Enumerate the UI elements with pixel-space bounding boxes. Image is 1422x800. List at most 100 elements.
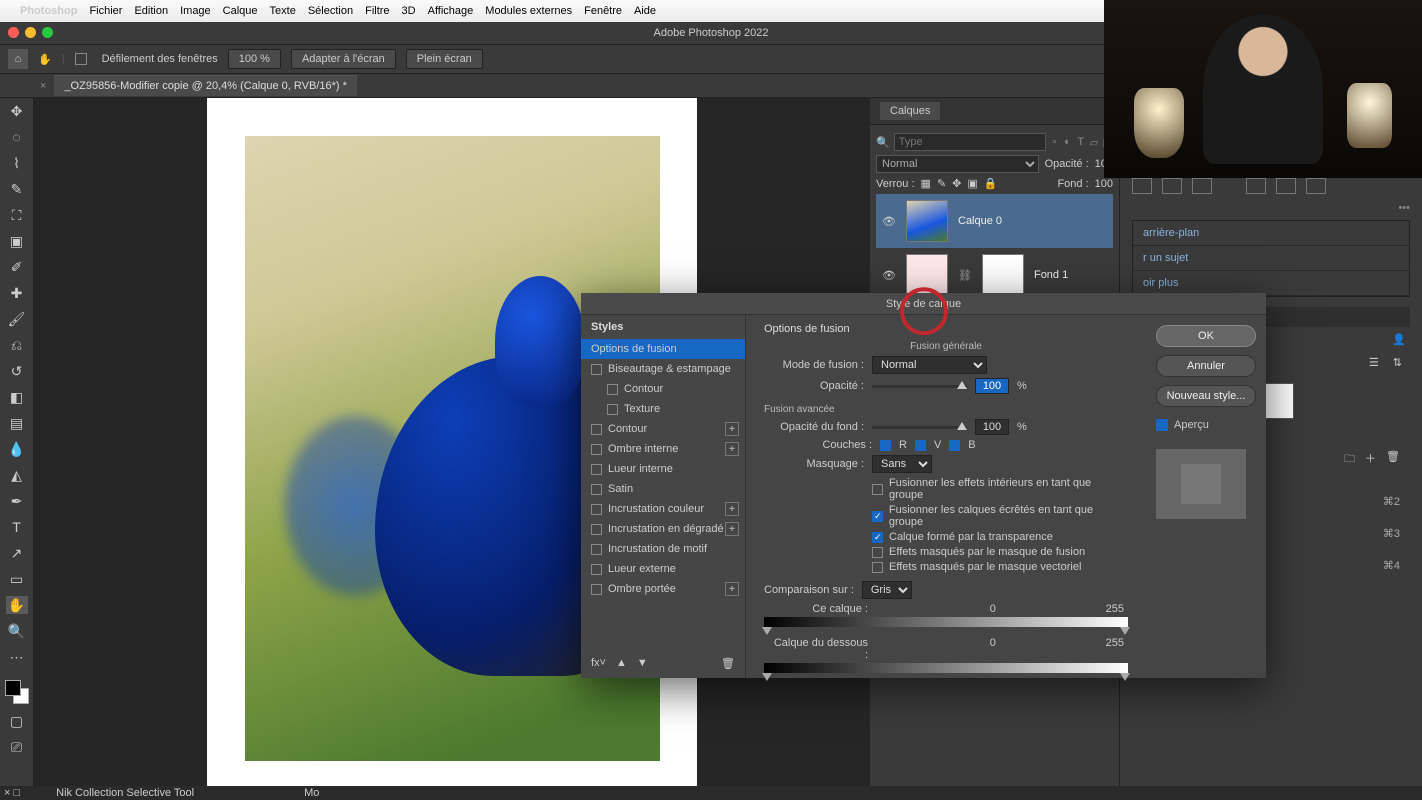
more-options-icon[interactable]: •••: [1132, 202, 1410, 214]
menu-plugins[interactable]: Modules externes: [485, 5, 572, 17]
channel-v-checkbox[interactable]: [915, 440, 926, 451]
align-bottom-icon[interactable]: [1306, 178, 1326, 194]
menu-window[interactable]: Fenêtre: [584, 5, 622, 17]
vector-mask-hides-checkbox[interactable]: [872, 562, 883, 573]
lock-pixels-icon[interactable]: ▦: [921, 177, 931, 190]
style-blending-options[interactable]: Options de fusion: [581, 339, 745, 359]
pen-tool[interactable]: ✒: [6, 492, 28, 510]
dialog-titlebar[interactable]: Style de calque: [581, 293, 1266, 315]
select-subject-button[interactable]: r un sujet: [1133, 246, 1409, 271]
hand-tool[interactable]: ✋: [6, 596, 28, 614]
eyedropper-tool[interactable]: ✐: [6, 258, 28, 276]
gradient-tool[interactable]: ▤: [6, 414, 28, 432]
lock-pos-icon[interactable]: ✥: [952, 177, 961, 190]
add-effect-icon[interactable]: +: [725, 582, 739, 596]
zoom-100-button[interactable]: 100 %: [228, 49, 281, 69]
preview-checkbox[interactable]: [1156, 419, 1168, 431]
underlying-slider[interactable]: [764, 663, 1128, 673]
style-satin[interactable]: Satin: [581, 479, 745, 499]
move-down-icon[interactable]: ▼: [637, 657, 648, 670]
link-icon[interactable]: ⛓: [958, 269, 972, 282]
cancel-button[interactable]: Annuler: [1156, 355, 1256, 377]
list-view-icon[interactable]: ☰: [1369, 356, 1379, 369]
minimize-window-button[interactable]: [25, 27, 36, 38]
hand-tool-icon[interactable]: ✋: [38, 53, 52, 66]
quickmask-toggle[interactable]: ▢: [6, 712, 28, 730]
sort-icon[interactable]: ⇅: [1393, 356, 1402, 369]
crop-tool[interactable]: ⛶: [6, 206, 28, 224]
doc-size-label[interactable]: Mo: [304, 787, 319, 799]
layer-name[interactable]: Fond 1: [1034, 269, 1068, 281]
frame-tool[interactable]: ▣: [6, 232, 28, 250]
menu-file[interactable]: Fichier: [89, 5, 122, 17]
scroll-windows-checkbox[interactable]: [75, 53, 87, 65]
brush-tool[interactable]: 🖌: [6, 310, 28, 328]
fill-value[interactable]: 100: [1095, 178, 1113, 190]
screenmode-toggle[interactable]: ⎚: [6, 738, 28, 756]
blend-clipped-checkbox[interactable]: [872, 511, 883, 522]
align-left-icon[interactable]: [1132, 178, 1152, 194]
blend-interior-checkbox[interactable]: [872, 484, 883, 495]
filter-shape-icon[interactable]: ▱: [1089, 136, 1098, 149]
blend-mode-select[interactable]: Normal: [876, 155, 1039, 173]
color-swatches[interactable]: [5, 680, 29, 704]
layer-thumbnail[interactable]: [906, 200, 948, 242]
healing-tool[interactable]: ✚: [6, 284, 28, 302]
style-stroke[interactable]: Contour+: [581, 419, 745, 439]
fill-opacity-slider[interactable]: [872, 426, 967, 429]
move-tool[interactable]: ✥: [6, 102, 28, 120]
new-folder-icon[interactable]: 🗀: [1344, 450, 1355, 469]
fx-menu-icon[interactable]: fx˅: [591, 657, 606, 670]
transparency-shapes-checkbox[interactable]: [872, 532, 883, 543]
close-window-button[interactable]: [8, 27, 19, 38]
align-right-icon[interactable]: [1192, 178, 1212, 194]
channel-b-checkbox[interactable]: [949, 440, 960, 451]
layer-mask-thumbnail[interactable]: [982, 254, 1024, 296]
visibility-toggle-icon[interactable]: 👁: [882, 269, 896, 282]
full-screen-button[interactable]: Plein écran: [406, 49, 483, 69]
filter-adjust-icon[interactable]: ◐: [1063, 136, 1072, 148]
layer-filter-input[interactable]: [894, 133, 1046, 151]
style-gradient-overlay[interactable]: Incrustation en dégradé+: [581, 519, 745, 539]
add-effect-icon[interactable]: +: [725, 442, 739, 456]
lasso-tool[interactable]: ⌇: [6, 154, 28, 172]
this-layer-slider[interactable]: [764, 617, 1128, 627]
layer-name[interactable]: Calque 0: [958, 215, 1002, 227]
close-tab-icon[interactable]: ×: [40, 80, 46, 92]
remove-bg-button[interactable]: arrière-plan: [1133, 221, 1409, 246]
add-effect-icon[interactable]: +: [725, 422, 739, 436]
dodge-tool[interactable]: ◭: [6, 466, 28, 484]
fit-screen-button[interactable]: Adapter à l'écran: [291, 49, 396, 69]
layers-tab[interactable]: Calques: [880, 102, 940, 120]
style-inner-glow[interactable]: Lueur interne: [581, 459, 745, 479]
layer-row-0[interactable]: 👁 Calque 0: [876, 194, 1113, 248]
maximize-window-button[interactable]: [42, 27, 53, 38]
knockout-select[interactable]: Sans: [872, 455, 932, 473]
layer-mask-hides-checkbox[interactable]: [872, 547, 883, 558]
lock-artboard-icon[interactable]: ▣: [967, 177, 977, 190]
clone-tool[interactable]: ⎌: [6, 336, 28, 354]
style-pattern-overlay[interactable]: Incrustation de motif: [581, 539, 745, 559]
style-texture-sub[interactable]: Texture: [581, 399, 745, 419]
move-up-icon[interactable]: ▲: [616, 657, 627, 670]
blend-if-select[interactable]: Gris: [862, 581, 912, 599]
style-bevel[interactable]: Biseautage & estampage: [581, 359, 745, 379]
type-tool[interactable]: T: [6, 518, 28, 536]
lock-all-icon[interactable]: 🔒: [984, 177, 998, 190]
menu-3d[interactable]: 3D: [402, 5, 416, 17]
menu-text[interactable]: Texte: [270, 5, 296, 17]
lock-brush-icon[interactable]: ✎: [937, 177, 946, 190]
menu-filter[interactable]: Filtre: [365, 5, 389, 17]
add-icon[interactable]: ＋: [1365, 450, 1376, 469]
style-inner-shadow[interactable]: Ombre interne+: [581, 439, 745, 459]
app-name[interactable]: Photoshop: [20, 5, 77, 17]
document-tab[interactable]: _OZ95856-Modifier copie @ 20,4% (Calque …: [54, 75, 356, 96]
user-icon[interactable]: 👤: [1392, 333, 1406, 346]
layer-thumbnail[interactable]: [906, 254, 948, 296]
fill-opacity-value[interactable]: 100: [975, 419, 1009, 435]
path-tool[interactable]: ↗: [6, 544, 28, 562]
quick-select-tool[interactable]: ✎: [6, 180, 28, 198]
blend-mode-select[interactable]: Normal: [872, 356, 987, 374]
style-outer-glow[interactable]: Lueur externe: [581, 559, 745, 579]
new-style-button[interactable]: Nouveau style...: [1156, 385, 1256, 407]
